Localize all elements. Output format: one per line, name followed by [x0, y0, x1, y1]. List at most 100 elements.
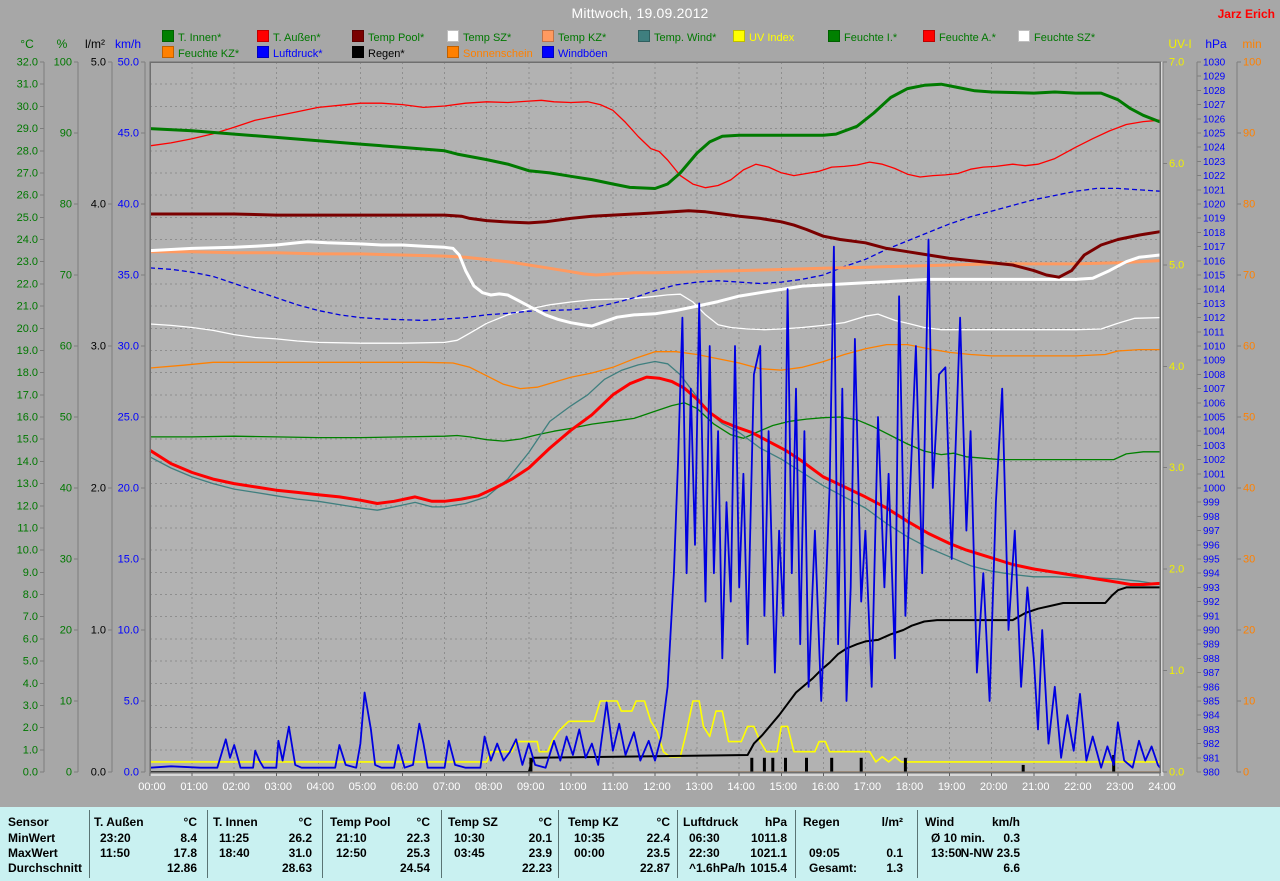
svg-text:80: 80	[1243, 199, 1255, 211]
svg-text:0: 0	[1243, 767, 1249, 779]
svg-text:1010: 1010	[1203, 342, 1226, 353]
svg-text:3.0: 3.0	[1169, 462, 1184, 474]
svg-text:4.0: 4.0	[91, 199, 106, 211]
svg-text:10: 10	[60, 696, 72, 708]
legend-item-temp-pool[interactable]: Temp Pool*	[352, 30, 424, 42]
svg-text:31.0: 31.0	[17, 79, 38, 91]
svg-text:30.0: 30.0	[17, 101, 38, 113]
svg-text:09:00: 09:00	[517, 781, 545, 793]
svg-text:18:00: 18:00	[896, 781, 924, 793]
svg-text:11.0: 11.0	[17, 522, 38, 534]
svg-text:1011: 1011	[1203, 327, 1225, 338]
svg-text:07:00: 07:00	[433, 781, 461, 793]
legend-label: Sonnenschein	[463, 48, 533, 60]
svg-text:04:00: 04:00	[307, 781, 335, 793]
legend-item-t-au-en[interactable]: T. Außen*	[257, 30, 321, 42]
chart-area[interactable]: °C0.01.02.03.04.05.06.07.08.09.010.011.0…	[0, 0, 1280, 807]
legend-item-temp-sz[interactable]: Temp SZ*	[447, 30, 511, 42]
svg-text:1016: 1016	[1203, 256, 1226, 267]
svg-text:995: 995	[1203, 555, 1220, 566]
svg-text:70: 70	[60, 270, 72, 282]
svg-text:1025: 1025	[1203, 129, 1226, 140]
svg-text:1023: 1023	[1203, 157, 1226, 168]
legend-item-windb-en[interactable]: Windböen	[542, 46, 608, 58]
legend-label: T. Außen*	[273, 32, 321, 44]
svg-text:2.0: 2.0	[23, 722, 38, 734]
svg-text:12.0: 12.0	[17, 500, 38, 512]
legend-swatch-icon	[542, 46, 554, 58]
svg-text:1004: 1004	[1203, 427, 1226, 438]
legend-item-feuchte-i[interactable]: Feuchte I.*	[828, 30, 897, 42]
svg-text:1002: 1002	[1203, 455, 1226, 466]
svg-text:1014: 1014	[1203, 285, 1226, 296]
svg-text:24.0: 24.0	[17, 234, 38, 246]
svg-text:0.0: 0.0	[124, 767, 139, 779]
svg-text:20: 20	[60, 625, 72, 637]
svg-text:994: 994	[1203, 569, 1220, 580]
legend-label: Feuchte SZ*	[1034, 32, 1095, 44]
svg-text:01:00: 01:00	[180, 781, 208, 793]
legend: T. Innen* T. Außen* Temp Pool* Temp SZ* Temp…	[0, 0, 1280, 62]
svg-text:20:00: 20:00	[980, 781, 1008, 793]
svg-text:1009: 1009	[1203, 356, 1226, 367]
legend-item-luftdruck[interactable]: Luftdruck*	[257, 46, 323, 58]
legend-item-feuchte-kz[interactable]: Feuchte KZ*	[162, 46, 239, 58]
svg-text:27.0: 27.0	[17, 167, 38, 179]
legend-item-feuchte-sz[interactable]: Feuchte SZ*	[1018, 30, 1095, 42]
svg-text:1007: 1007	[1203, 384, 1226, 395]
svg-text:1017: 1017	[1203, 242, 1226, 253]
svg-text:999: 999	[1203, 498, 1220, 509]
svg-text:16:00: 16:00	[812, 781, 840, 793]
svg-text:997: 997	[1203, 526, 1220, 537]
svg-text:30: 30	[1243, 554, 1255, 566]
svg-text:90: 90	[1243, 128, 1255, 140]
svg-text:992: 992	[1203, 597, 1220, 608]
legend-item-temp-kz[interactable]: Temp KZ*	[542, 30, 606, 42]
svg-text:45.0: 45.0	[118, 128, 139, 140]
svg-text:22:00: 22:00	[1064, 781, 1092, 793]
svg-text:25.0: 25.0	[17, 212, 38, 224]
legend-swatch-icon	[352, 46, 364, 58]
legend-item-uv-index[interactable]: UV Index	[733, 30, 794, 42]
svg-text:20.0: 20.0	[118, 483, 139, 495]
legend-item-regen[interactable]: Regen*	[352, 46, 405, 58]
svg-text:0.0: 0.0	[23, 767, 38, 779]
svg-text:11:00: 11:00	[602, 781, 629, 793]
svg-text:3.0: 3.0	[91, 341, 106, 353]
legend-label: Feuchte KZ*	[178, 48, 239, 60]
svg-text:25.0: 25.0	[118, 412, 139, 424]
legend-item-feuchte-a[interactable]: Feuchte A.*	[923, 30, 996, 42]
svg-text:21:00: 21:00	[1022, 781, 1050, 793]
svg-text:4.0: 4.0	[1169, 361, 1184, 373]
svg-text:3.0: 3.0	[23, 700, 38, 712]
chart-svg: °C0.01.02.03.04.05.06.07.08.09.010.011.0…	[0, 0, 1280, 807]
svg-text:1026: 1026	[1203, 114, 1226, 125]
svg-text:28.0: 28.0	[17, 145, 38, 157]
svg-text:1.0: 1.0	[23, 744, 38, 756]
svg-text:20: 20	[1243, 625, 1255, 637]
svg-text:06:00: 06:00	[391, 781, 419, 793]
svg-text:17.0: 17.0	[17, 389, 38, 401]
svg-text:1008: 1008	[1203, 370, 1226, 381]
legend-label: Feuchte A.*	[939, 32, 996, 44]
legend-item-sonnenschein[interactable]: Sonnenschein	[447, 46, 533, 58]
svg-text:1012: 1012	[1203, 313, 1226, 324]
svg-text:23.0: 23.0	[17, 256, 38, 268]
table-col-unit: km/h	[0, 815, 1020, 829]
svg-text:1022: 1022	[1203, 171, 1226, 182]
svg-text:5.0: 5.0	[1169, 259, 1184, 271]
svg-text:990: 990	[1203, 626, 1220, 637]
table-cell-value: N-NW 23.5	[0, 846, 1020, 860]
svg-text:4.0: 4.0	[23, 678, 38, 690]
svg-text:05:00: 05:00	[349, 781, 377, 793]
svg-text:00:00: 00:00	[138, 781, 166, 793]
svg-text:10:00: 10:00	[559, 781, 587, 793]
svg-text:20.0: 20.0	[17, 323, 38, 335]
legend-item-t-innen[interactable]: T. Innen*	[162, 30, 221, 42]
svg-text:1003: 1003	[1203, 441, 1226, 452]
legend-swatch-icon	[542, 30, 554, 42]
svg-text:1001: 1001	[1203, 469, 1226, 480]
legend-swatch-icon	[162, 30, 174, 42]
svg-text:50: 50	[60, 412, 72, 424]
legend-item-temp-wind[interactable]: Temp. Wind*	[638, 30, 716, 42]
